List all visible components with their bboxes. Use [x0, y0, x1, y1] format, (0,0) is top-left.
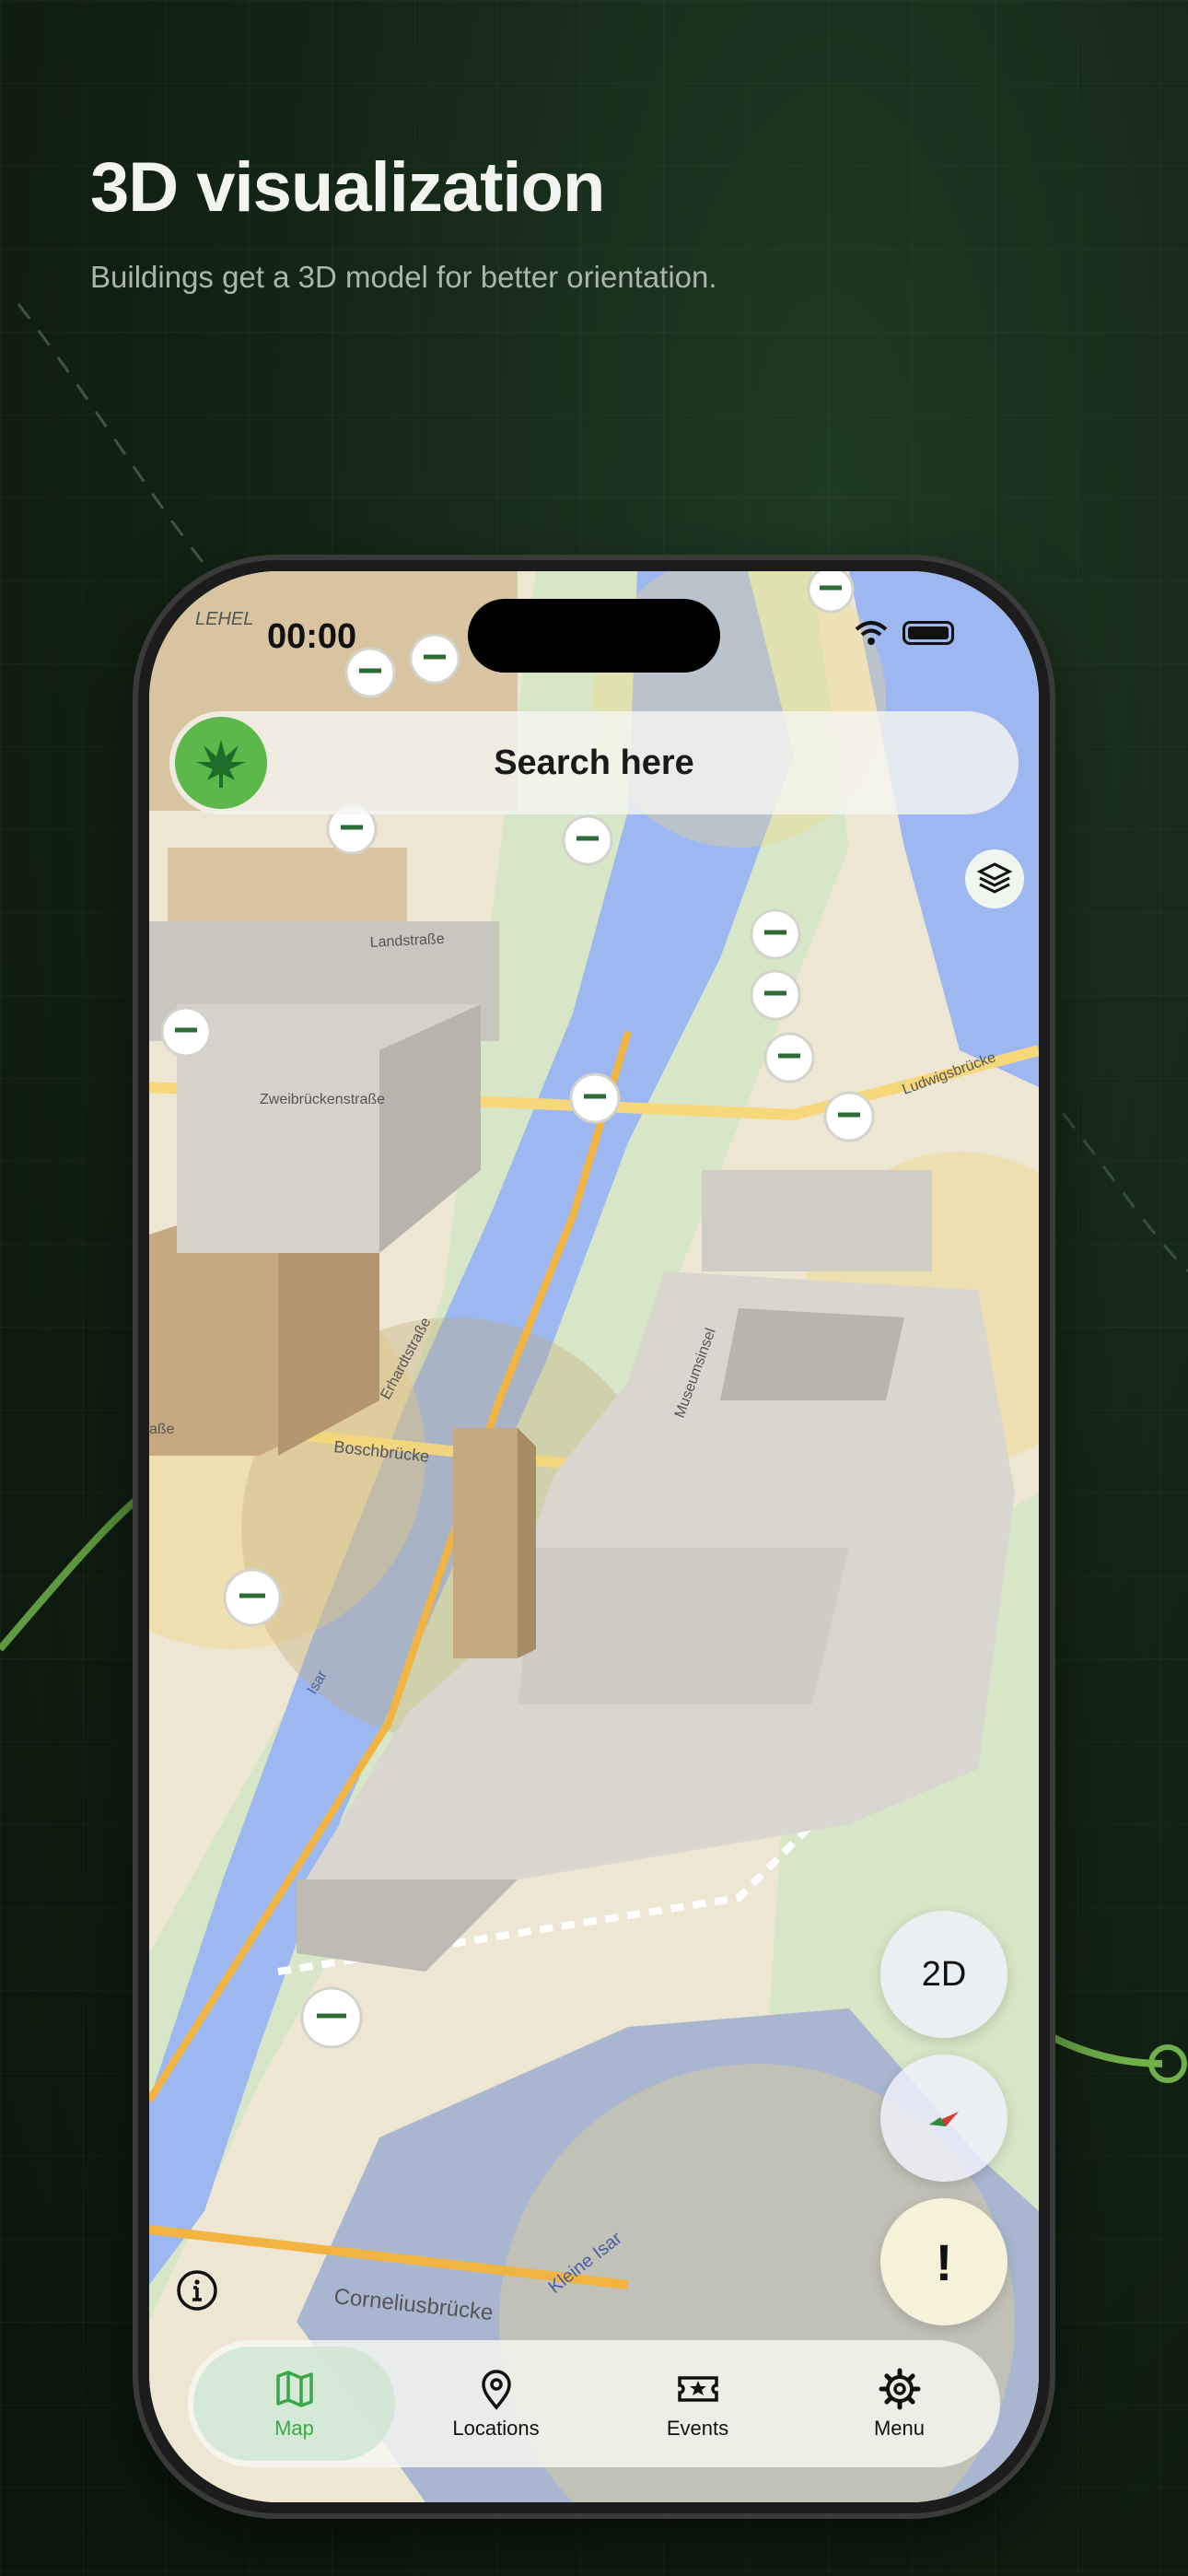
- tab-events-label: Events: [666, 2417, 729, 2440]
- alert-button[interactable]: !: [880, 2198, 1007, 2325]
- tab-map[interactable]: Map: [193, 2347, 395, 2461]
- battery-icon: [903, 621, 954, 645]
- compass-icon: [929, 2112, 959, 2126]
- map-label-strasse-partial: aße: [149, 1422, 175, 1437]
- bottom-tab-bar: Map Locations Events Menu: [188, 2340, 1000, 2467]
- tab-map-label: Map: [274, 2417, 314, 2440]
- map-label-zweibrucken: Zweibrückenstraße: [260, 1092, 385, 1107]
- tab-menu-label: Menu: [873, 2417, 926, 2440]
- tab-locations[interactable]: Locations: [395, 2347, 597, 2461]
- ticket-icon: [677, 2376, 718, 2402]
- tab-locations-label: Locations: [452, 2417, 540, 2440]
- search-input[interactable]: Search here: [494, 744, 694, 783]
- view-2d-toggle-button[interactable]: 2D: [880, 1911, 1007, 2038]
- search-bar[interactable]: Search here: [169, 711, 1019, 814]
- tab-events[interactable]: Events: [597, 2347, 798, 2461]
- map-icon: [275, 2371, 313, 2407]
- compass-button[interactable]: [880, 2055, 1007, 2182]
- phone-frame: LEHEL Landstraße Zweibrückenstraße Erhar…: [138, 560, 1050, 2513]
- tab-menu[interactable]: Menu: [798, 2347, 1000, 2461]
- hero-subtitle: Buildings get a 3D model for better orie…: [90, 260, 717, 294]
- location-pin-icon: [481, 2370, 511, 2410]
- app-logo-icon[interactable]: [175, 717, 267, 809]
- layers-button[interactable]: [965, 849, 1024, 908]
- wifi-icon: [855, 621, 888, 645]
- map-label-lehel: LEHEL: [195, 609, 253, 629]
- layers-icon: [976, 862, 1013, 894]
- gear-icon: [879, 2368, 920, 2410]
- hero-title: 3D visualization: [90, 148, 605, 227]
- status-icons: [853, 619, 954, 647]
- info-icon[interactable]: [175, 2268, 219, 2313]
- app-screen: LEHEL Landstraße Zweibrückenstraße Erhar…: [149, 571, 1039, 2502]
- status-time: 00:00: [267, 617, 357, 656]
- dynamic-island: [468, 599, 720, 673]
